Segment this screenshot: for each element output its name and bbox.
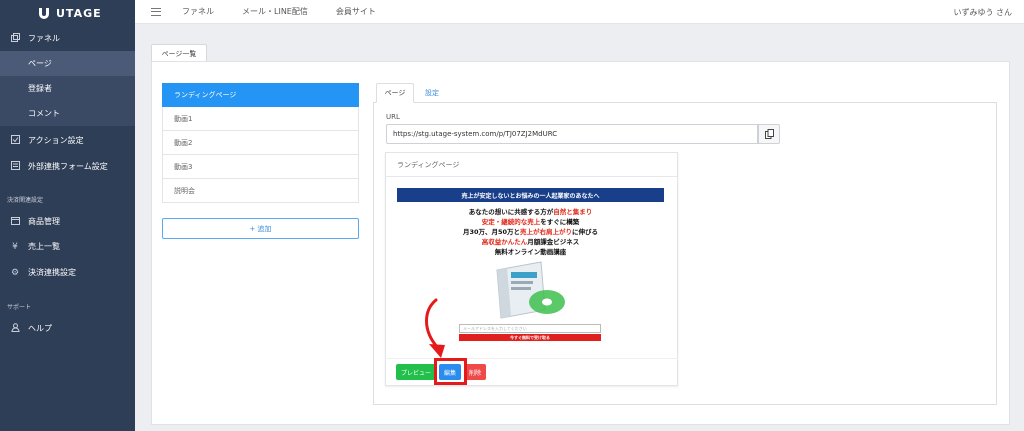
section-support: サポート <box>7 304 32 311</box>
tab-settings[interactable]: 設定 <box>418 83 446 103</box>
sidebar-item-help[interactable]: ヘルプ <box>0 316 135 341</box>
sidebar-item-label: 売上一覧 <box>28 242 60 251</box>
sidebar-item-label: アクション設定 <box>28 136 84 145</box>
copy-button[interactable] <box>758 124 780 144</box>
tab-page-list[interactable]: ページ一覧 <box>151 44 207 62</box>
sidebar-item-label: 登録者 <box>28 84 52 93</box>
copy-icon <box>764 129 774 139</box>
logo-icon <box>39 8 49 19</box>
top-link-member-site[interactable]: 会員サイト <box>336 6 376 17</box>
url-label: URL <box>386 113 400 121</box>
logo-text: UTAGE <box>56 6 102 20</box>
page-list: ランディングページ 動画1 動画2 動画3 説明会 <box>162 83 359 203</box>
user-menu[interactable]: いずみゆう さん <box>953 7 1012 18</box>
page-list-item-video2[interactable]: 動画2 <box>162 131 359 155</box>
sidebar-item-subscribers[interactable]: 登録者 <box>0 76 135 101</box>
funnel-icon <box>6 32 24 45</box>
sidebar-item-action[interactable]: アクション設定 <box>0 128 135 153</box>
lp-line-4: 高収益かんたん月額課金ビジネス <box>481 238 580 246</box>
lp-email-field: メールアドレスを入力してください <box>459 324 601 333</box>
sidebar: UTAGE ファネル ページ 登録者 コメント アクション設定 外部連携フォーム… <box>0 0 135 431</box>
lp-line-3: 月30万、月50万と売上が右肩上がりに伸びる <box>462 228 599 236</box>
product-image <box>496 261 565 319</box>
tab-page[interactable]: ページ <box>376 83 414 103</box>
annotation-arrow-icon <box>425 298 445 358</box>
preview-button[interactable]: プレビュー <box>396 364 436 380</box>
sidebar-item-page[interactable]: ページ <box>0 51 135 76</box>
sidebar-item-label: コメント <box>28 109 60 118</box>
lp-line-2: 安定・継続的な売上をすぐに構築 <box>481 218 580 226</box>
page-list-item-video1[interactable]: 動画1 <box>162 107 359 131</box>
page-list-item-landing[interactable]: ランディングページ <box>162 83 359 107</box>
sidebar-item-funnel[interactable]: ファネル <box>0 26 135 51</box>
sidebar-item-label: 商品管理 <box>28 217 60 226</box>
form-icon <box>6 160 24 173</box>
lp-line-5: 無料オンライン動画講座 <box>494 248 567 256</box>
sidebar-item-comments[interactable]: コメント <box>0 101 135 126</box>
gear-icon: ⚙ <box>10 267 20 278</box>
menu-icon[interactable] <box>151 7 161 16</box>
sidebar-item-label: 決済連携設定 <box>28 268 76 277</box>
sidebar-item-sales[interactable]: ¥ 売上一覧 <box>0 234 135 259</box>
sidebar-item-payment-settings[interactable]: ⚙ 決済連携設定 <box>0 260 135 285</box>
sidebar-item-label: ヘルプ <box>28 324 52 333</box>
action-icon <box>6 134 24 147</box>
page-list-item-seminar[interactable]: 説明会 <box>162 179 359 203</box>
add-page-button[interactable]: + 追加 <box>162 218 359 239</box>
sidebar-item-label: ファネル <box>28 34 60 43</box>
user-icon <box>6 322 24 335</box>
yen-icon: ¥ <box>12 241 18 252</box>
logo[interactable]: UTAGE <box>0 0 135 26</box>
sidebar-item-external-form[interactable]: 外部連携フォーム設定 <box>0 154 135 179</box>
section-payment: 決済関連設定 <box>7 197 44 204</box>
highlight-box <box>434 358 467 385</box>
lp-banner: 売上が安定しないとお悩みの一人起業家のあなたへ <box>397 188 664 202</box>
url-field[interactable]: https://stg.utage-system.com/p/TJ07ZJ2Md… <box>386 124 758 144</box>
divider <box>385 176 678 177</box>
sidebar-item-label: 外部連携フォーム設定 <box>28 162 108 171</box>
top-link-funnel[interactable]: ファネル <box>182 6 214 17</box>
delete-button[interactable]: 削除 <box>464 364 486 380</box>
calendar-icon <box>6 216 24 228</box>
sidebar-item-label: ページ <box>28 59 52 68</box>
sidebar-item-products[interactable]: 商品管理 <box>0 209 135 234</box>
lp-line-1: あなたの想いに共感する方が自然と集まり <box>468 208 593 216</box>
page-list-item-video3[interactable]: 動画3 <box>162 155 359 179</box>
top-link-mail-line[interactable]: メール・LINE配信 <box>242 6 308 17</box>
topbar: ファネル メール・LINE配信 会員サイト いずみゆう さん <box>135 0 1024 24</box>
page-card-title: ランディングページ <box>397 161 460 169</box>
lp-cta-button: 今すぐ無料で受け取る <box>459 334 601 341</box>
